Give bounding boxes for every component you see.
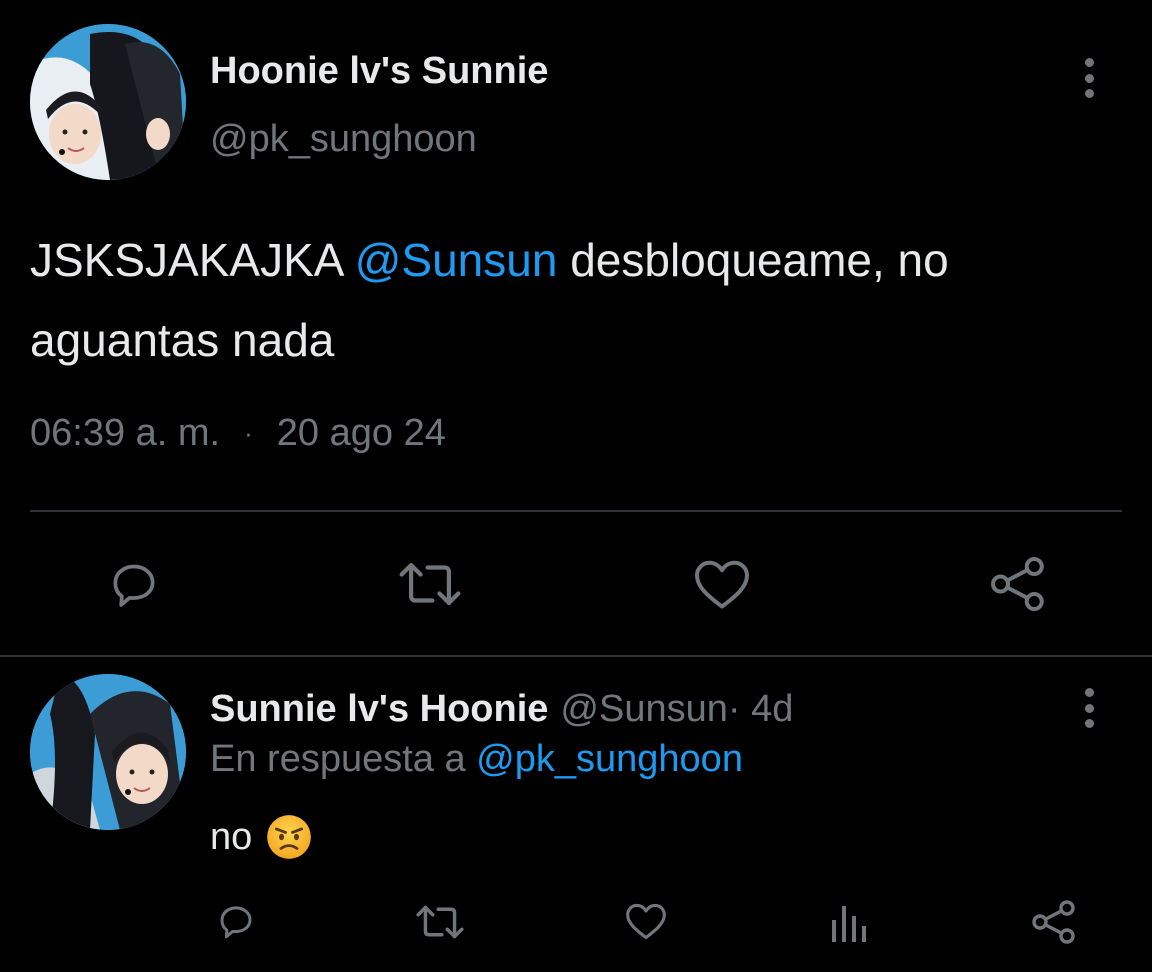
author-handle[interactable]: @pk_sunghoon	[210, 118, 477, 161]
reply-icon[interactable]	[104, 556, 164, 612]
views-icon[interactable]	[830, 902, 870, 942]
tweet-text-start: JSKSJAKAJKA	[30, 234, 355, 286]
more-options-icon[interactable]	[1074, 686, 1104, 730]
retweet-icon[interactable]	[396, 558, 464, 610]
reply-timestamp[interactable]: · 4d	[728, 688, 793, 731]
avatar-image	[30, 674, 186, 830]
more-options-icon[interactable]	[1074, 56, 1104, 100]
tweet-detail-screen: Hoonie lv's Sunnie @pk_sunghoon JSKSJAKA…	[0, 0, 1152, 972]
like-icon[interactable]	[624, 900, 668, 942]
tweet-metadata: 06:39 a. m. · 20 ago 24	[30, 412, 446, 455]
divider	[30, 510, 1122, 512]
tweet-time[interactable]: 06:39 a. m.	[30, 412, 220, 455]
tweet-date[interactable]: 20 ago 24	[277, 412, 446, 455]
section-divider	[0, 655, 1152, 657]
reply-handle[interactable]: @Sunsun	[560, 688, 727, 731]
reply-header: Sunnie lv's Hoonie @Sunsun · 4d	[210, 688, 793, 731]
reply-text-content: no	[210, 815, 253, 858]
replying-to-label: En respuesta a	[210, 738, 477, 780]
reply-display-name[interactable]: Sunnie lv's Hoonie	[210, 688, 548, 731]
share-icon[interactable]	[1030, 898, 1078, 946]
main-tweet: Hoonie lv's Sunnie @pk_sunghoon JSKSJAKA…	[0, 0, 1152, 656]
retweet-icon[interactable]	[414, 902, 466, 942]
avatar-image	[30, 24, 186, 180]
replying-to-mention-link[interactable]: @pk_sunghoon	[476, 738, 743, 780]
tweet-text: JSKSJAKAJKA @Sunsun desbloqueame, no agu…	[30, 220, 1120, 380]
reply-icon[interactable]	[214, 900, 258, 942]
reply-author-avatar[interactable]	[30, 674, 186, 830]
reply-text: no	[210, 814, 312, 860]
angry-face-emoji-icon	[266, 814, 312, 860]
replying-to-line: En respuesta a @pk_sunghoon	[210, 738, 743, 781]
tweet-mention-link[interactable]: @Sunsun	[355, 234, 558, 286]
author-display-name[interactable]: Hoonie lv's Sunnie	[210, 50, 548, 93]
share-icon[interactable]	[988, 554, 1048, 614]
like-icon[interactable]	[692, 556, 752, 612]
author-avatar[interactable]	[30, 24, 186, 180]
meta-separator: ·	[244, 418, 253, 448]
